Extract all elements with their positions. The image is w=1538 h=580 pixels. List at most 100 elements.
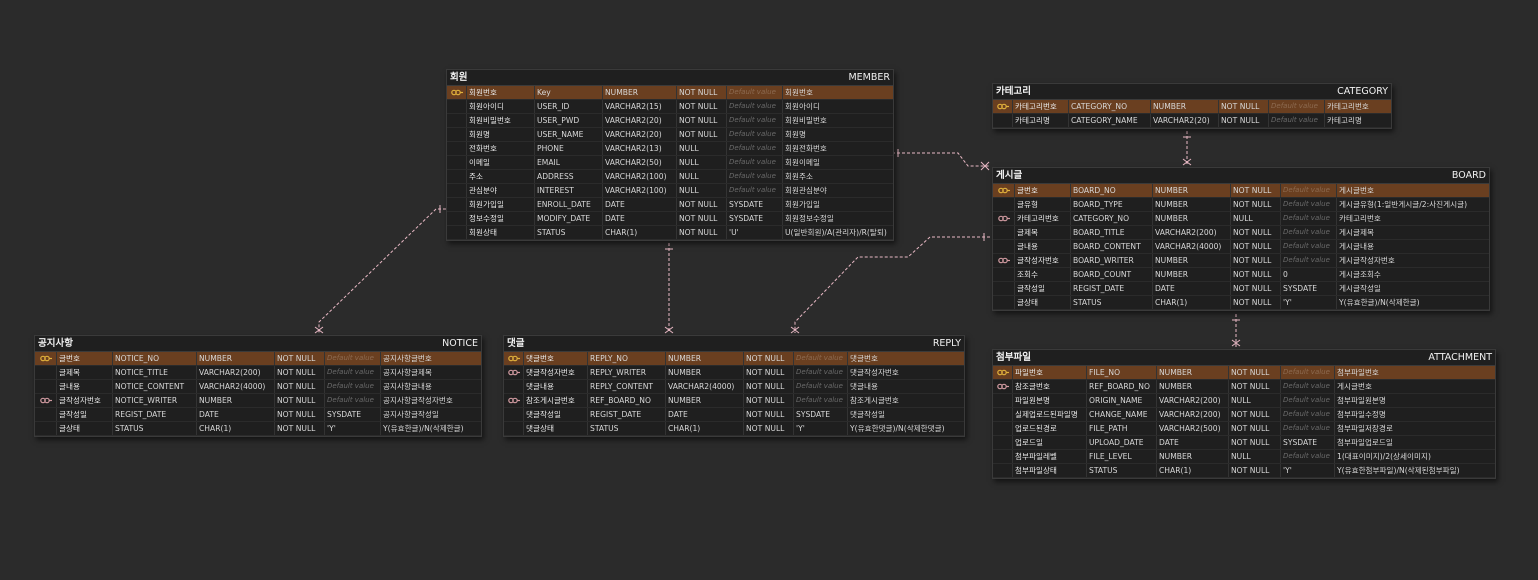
column-row[interactable]: 전화번호 PHONE VARCHAR2(13) NULL Default value 회원… [447, 142, 893, 156]
column-logical: 파일원본명 [1013, 394, 1087, 407]
column-row[interactable]: 첨부파일상태 STATUS CHAR(1) NOT NULL 'Y' Y(유효한첨부파일)… [993, 464, 1495, 478]
column-physical: USER_NAME [535, 128, 603, 141]
column-row[interactable]: 카테고리번호 CATEGORY_NO NUMBER NULL Default value… [993, 212, 1489, 226]
column-type: VARCHAR2(4000) [197, 380, 275, 393]
column-row[interactable]: 글번호 NOTICE_NO NUMBER NOT NULL Default value 공… [35, 352, 481, 366]
column-null: NOT NULL [1231, 184, 1281, 197]
column-null: NOT NULL [275, 366, 325, 379]
column-logical: 글제목 [57, 366, 113, 379]
entity-logical-name: 게시글 [996, 170, 1023, 181]
column-row[interactable]: 파일번호 FILE_NO NUMBER NOT NULL Default value 첨부… [993, 366, 1495, 380]
key-cell [35, 394, 57, 407]
column-logical: 관심분야 [467, 184, 535, 197]
column-row[interactable]: 이메일 EMAIL VARCHAR2(50) NULL Default value 회원이… [447, 156, 893, 170]
column-logical: 글상태 [1015, 296, 1071, 309]
column-default: SYSDATE [325, 408, 381, 421]
column-row[interactable]: 참조글번호 REF_BOARD_NO NUMBER NOT NULL Default v… [993, 380, 1495, 394]
column-row[interactable]: 첨부파일레벨 FILE_LEVEL NUMBER NULL Default value 1… [993, 450, 1495, 464]
column-comment: 회원명 [785, 130, 806, 139]
column-row[interactable]: 회원아이디 USER_ID VARCHAR2(15) NOT NULL Default … [447, 100, 893, 114]
key-cell [504, 352, 524, 365]
column-row[interactable]: 참조게시글번호 REF_BOARD_NO NUMBER NOT NULL Default… [504, 394, 964, 408]
default-value-placeholder: Default value [794, 352, 848, 365]
column-row[interactable]: 주소 ADDRESS VARCHAR2(100) NULL Default value 회… [447, 170, 893, 184]
column-row[interactable]: 댓글상태 STATUS CHAR(1) NOT NULL 'Y' Y(유효한댓글)/N(삭… [504, 422, 964, 436]
column-type: NUMBER [666, 352, 744, 365]
default-value-placeholder: Default value [1281, 226, 1337, 239]
entity-header: 게시글 BOARD [993, 168, 1489, 184]
column-row[interactable]: 글작성일 REGIST_DATE DATE NOT NULL SYSDATE 게시글작성일 [993, 282, 1489, 296]
column-row[interactable]: 댓글번호 REPLY_NO NUMBER NOT NULL Default value 댓… [504, 352, 964, 366]
column-row[interactable]: 글내용 BOARD_CONTENT VARCHAR2(4000) NOT NULL De… [993, 240, 1489, 254]
column-row[interactable]: 카테고리명 CATEGORY_NAME VARCHAR2(20) NOT NULL De… [993, 114, 1391, 128]
column-type: VARCHAR2(100) [603, 184, 677, 197]
column-physical: PHONE [535, 142, 603, 155]
column-physical: BOARD_CONTENT [1071, 240, 1153, 253]
column-type: CHAR(1) [1157, 464, 1229, 477]
column-physical: STATUS [1087, 464, 1157, 477]
column-row[interactable]: 댓글작성일 REGIST_DATE DATE NOT NULL SYSDATE 댓글작성일 [504, 408, 964, 422]
column-null: NOT NULL [1231, 254, 1281, 267]
column-row[interactable]: 글작성일 REGIST_DATE DATE NOT NULL SYSDATE 공지사항글작… [35, 408, 481, 422]
entity-rows: 글번호 NOTICE_NO NUMBER NOT NULL Default value 공… [35, 352, 481, 436]
entity-logical-name: 댓글 [507, 338, 525, 349]
column-row[interactable]: 글제목 NOTICE_TITLE VARCHAR2(200) NOT NULL Defa… [35, 366, 481, 380]
column-row[interactable]: 글작성자번호 NOTICE_WRITER NUMBER NOT NULL Default… [35, 394, 481, 408]
column-type: VARCHAR2(15) [603, 100, 677, 113]
column-row[interactable]: 글제목 BOARD_TITLE VARCHAR2(200) NOT NULL Defau… [993, 226, 1489, 240]
entity-attachment[interactable]: 첨부파일 ATTACHMENT 파일번호 FILE_NO NUMBER NOT NUL… [992, 349, 1496, 479]
erd-canvas: 회원 MEMBER 회원번호 Key NUMBER NOT NULL Default v… [0, 0, 1538, 580]
column-row[interactable]: 회원명 USER_NAME VARCHAR2(20) NOT NULL Default … [447, 128, 893, 142]
column-comment: 첨부파일저장경로 [1337, 424, 1393, 433]
default-value-placeholder: Default value [1281, 394, 1335, 407]
column-row[interactable]: 글내용 NOTICE_CONTENT VARCHAR2(4000) NOT NULL D… [35, 380, 481, 394]
column-row[interactable]: 업로드일 UPLOAD_DATE DATE NOT NULL SYSDATE 첨부파일업로… [993, 436, 1495, 450]
column-row[interactable]: 회원상태 STATUS CHAR(1) NOT NULL 'U' U(일반회원)/A(관리… [447, 226, 893, 240]
column-comment: 첨부파일원본명 [1337, 396, 1386, 405]
column-row[interactable]: 업로드된경로 FILE_PATH VARCHAR2(500) NOT NULL Defa… [993, 422, 1495, 436]
column-null: NOT NULL [1231, 226, 1281, 239]
column-row[interactable]: 글유형 BOARD_TYPE NUMBER NOT NULL Default value… [993, 198, 1489, 212]
column-row[interactable]: 관심분야 INTEREST VARCHAR2(100) NULL Default val… [447, 184, 893, 198]
column-physical: REGIST_DATE [588, 408, 666, 421]
column-row[interactable]: 실제업로드된파일명 CHANGE_NAME VARCHAR2(200) NOT NUL… [993, 408, 1495, 422]
column-logical: 글작성자번호 [57, 394, 113, 407]
column-row[interactable]: 파일원본명 ORIGIN_NAME VARCHAR2(200) NULL Default… [993, 394, 1495, 408]
column-row[interactable]: 댓글작성자번호 REPLY_WRITER NUMBER NOT NULL Default… [504, 366, 964, 380]
entity-notice[interactable]: 공지사항 NOTICE 글번호 NOTICE_NO NUMBER NOT NULL De… [34, 335, 482, 437]
column-physical: STATUS [1071, 296, 1153, 309]
key-cell [447, 156, 467, 169]
column-row[interactable]: 댓글내용 REPLY_CONTENT VARCHAR2(4000) NOT NULL D… [504, 380, 964, 394]
primary-key-icon [450, 89, 463, 96]
column-logical: 글번호 [57, 352, 113, 365]
entity-reply[interactable]: 댓글 REPLY 댓글번호 REPLY_NO NUMBER NOT NULL Defau… [503, 335, 965, 437]
column-null: NOT NULL [275, 352, 325, 365]
column-row[interactable]: 글번호 BOARD_NO NUMBER NOT NULL Default value 게시… [993, 184, 1489, 198]
entity-member[interactable]: 회원 MEMBER 회원번호 Key NUMBER NOT NULL Default v… [446, 69, 894, 241]
column-row[interactable]: 글상태 STATUS CHAR(1) NOT NULL 'Y' Y(유효한글)/N(삭제한… [35, 422, 481, 436]
entity-category[interactable]: 카테고리 CATEGORY 카테고리번호 CATEGORY_NO NUMBER NOT… [992, 83, 1392, 129]
default-value-placeholder: Default value [1281, 366, 1335, 379]
column-row[interactable]: 조회수 BOARD_COUNT NUMBER NOT NULL 0 게시글조회수 [993, 268, 1489, 282]
column-row[interactable]: 회원비밀번호 USER_PWD VARCHAR2(20) NOT NULL Defaul… [447, 114, 893, 128]
column-null: NOT NULL [1229, 380, 1281, 393]
column-row[interactable]: 글작성자번호 BOARD_WRITER NUMBER NOT NULL Default … [993, 254, 1489, 268]
column-row[interactable]: 글상태 STATUS CHAR(1) NOT NULL 'Y' Y(유효한글)/N(삭제한… [993, 296, 1489, 310]
column-physical: BOARD_TYPE [1071, 198, 1153, 211]
entity-board[interactable]: 게시글 BOARD 글번호 BOARD_NO NUMBER NOT NULL Defau… [992, 167, 1490, 311]
key-cell [447, 184, 467, 197]
entity-rows: 댓글번호 REPLY_NO NUMBER NOT NULL Default value 댓… [504, 352, 964, 436]
default-value-placeholder: Default value [325, 380, 381, 393]
column-logical: 글유형 [1015, 198, 1071, 211]
key-cell [447, 114, 467, 127]
column-row[interactable]: 정보수정일 MODIFY_DATE DATE NOT NULL SYSDATE 회원정보수… [447, 212, 893, 226]
column-null: NOT NULL [1231, 198, 1281, 211]
foreign-key-icon [996, 383, 1009, 390]
column-default: SYSDATE [794, 408, 848, 421]
column-logical: 파일번호 [1013, 366, 1087, 379]
key-cell [993, 114, 1013, 127]
column-row[interactable]: 회원가입일 ENROLL_DATE DATE NOT NULL SYSDATE 회원가입일 [447, 198, 893, 212]
column-null: NOT NULL [677, 86, 727, 99]
column-row[interactable]: 회원번호 Key NUMBER NOT NULL Default value 회원번호 [447, 86, 893, 100]
column-row[interactable]: 카테고리번호 CATEGORY_NO NUMBER NOT NULL Default v… [993, 100, 1391, 114]
